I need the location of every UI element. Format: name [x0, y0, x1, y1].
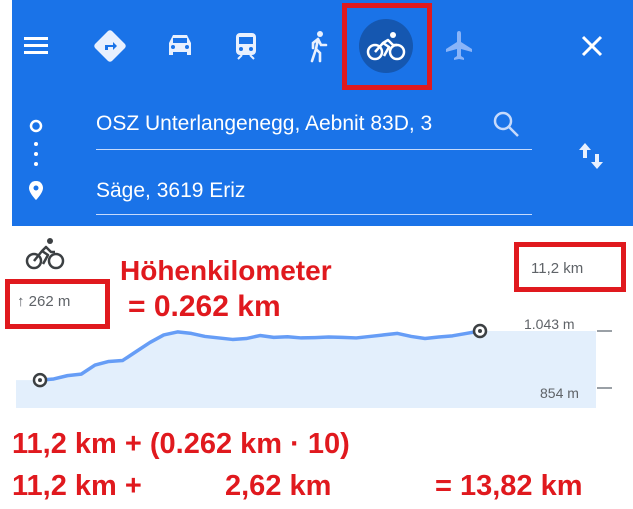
formula-line-2-base: 11,2 km + [12, 470, 142, 502]
close-icon[interactable] [570, 24, 614, 68]
cycling-highlight-box [342, 3, 432, 90]
formula-line-2-product: 2,62 km [225, 470, 332, 502]
start-point-marker-center [38, 378, 42, 383]
walking-icon[interactable] [296, 24, 340, 68]
search-icon[interactable] [491, 109, 521, 144]
formula-line-2-result: = 13,82 km [435, 470, 583, 502]
car-icon[interactable] [158, 24, 202, 68]
destination-pin-icon [28, 180, 44, 207]
profile-bicycle-icon [25, 236, 65, 275]
train-icon[interactable] [224, 24, 268, 68]
hoehenkilometer-label: Höhenkilometer [120, 255, 332, 286]
destination-underline [96, 214, 532, 215]
origin-underline [96, 149, 532, 150]
min-elevation-label: 854 m [540, 385, 579, 401]
distance-highlight-box [514, 242, 626, 292]
end-point-marker-center [478, 329, 482, 333]
hamburger-menu-icon[interactable] [14, 23, 58, 67]
destination-field[interactable]: Säge, 3619 Eriz [96, 179, 516, 203]
formula-line-1: 11,2 km + (0.262 km · 10) [12, 428, 350, 460]
route-dots-icon [33, 141, 39, 174]
diamond-turn-icon[interactable] [88, 24, 132, 68]
airplane-icon[interactable] [437, 24, 481, 68]
origin-dot-icon [29, 119, 43, 138]
origin-field[interactable]: OSZ Unterlangenegg, Aebnit 83D, 3 [96, 112, 480, 136]
swap-vertical-icon[interactable] [576, 141, 606, 176]
max-elevation-label: 1.043 m [524, 316, 575, 332]
